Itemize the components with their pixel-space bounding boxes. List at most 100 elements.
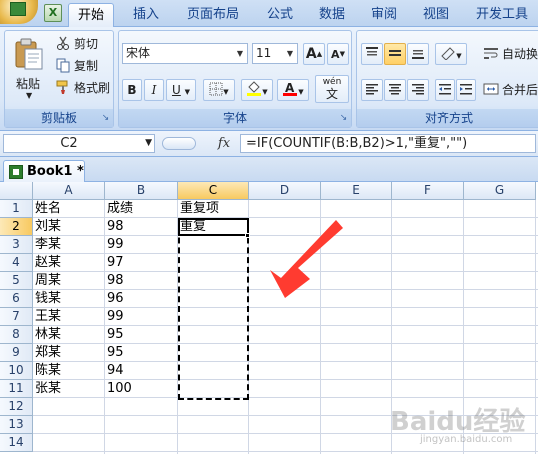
- row-header-5[interactable]: 5: [0, 272, 33, 290]
- row-header-6[interactable]: 6: [0, 290, 33, 308]
- cell-a10[interactable]: 陈某: [33, 362, 105, 380]
- cell-a2[interactable]: 刘某: [33, 218, 105, 236]
- orientation-button[interactable]: ▼: [435, 43, 467, 65]
- spreadsheet-grid[interactable]: ABCDEFG 1 2 3 4 5 6 7 8 9 10 11 12 13 14 姓名 成绩 重复项 刘某 98 重…: [0, 182, 538, 454]
- paste-button[interactable]: 粘贴 ▼: [9, 35, 49, 109]
- cell-b1[interactable]: 成绩: [105, 200, 178, 218]
- row-header-11[interactable]: 11: [0, 380, 33, 398]
- increase-indent-button[interactable]: [456, 79, 476, 101]
- tab-insert[interactable]: 插入: [124, 3, 168, 27]
- select-all-corner[interactable]: [0, 182, 33, 200]
- borders-button[interactable]: ▼: [203, 79, 235, 101]
- align-right-button[interactable]: [407, 79, 429, 101]
- cell-a9[interactable]: 郑某: [33, 344, 105, 362]
- excel-icon[interactable]: X: [44, 4, 62, 22]
- row-header-2[interactable]: 2: [0, 218, 33, 236]
- row-header-4[interactable]: 4: [0, 254, 33, 272]
- align-center-button[interactable]: [384, 79, 406, 101]
- row-header-14[interactable]: 14: [0, 434, 33, 452]
- row-header-13[interactable]: 13: [0, 416, 33, 434]
- cell-b8[interactable]: 95: [105, 326, 178, 344]
- cell-b4[interactable]: 97: [105, 254, 178, 272]
- tab-developer[interactable]: 开发工具: [468, 3, 536, 27]
- formula-input[interactable]: =IF(COUNTIF(B:B,B2)>1,"重复",""): [240, 134, 536, 153]
- underline-button[interactable]: U ▼: [166, 79, 196, 101]
- tab-data[interactable]: 数据: [310, 3, 354, 27]
- cell-a7[interactable]: 王某: [33, 308, 105, 326]
- font-size-select[interactable]: 11 ▼: [252, 43, 298, 64]
- fill-color-button[interactable]: ▼: [241, 79, 273, 101]
- cell-b5[interactable]: 98: [105, 272, 178, 290]
- tab-formulas[interactable]: 公式: [258, 3, 302, 27]
- cut-button[interactable]: 剪切: [55, 34, 98, 54]
- font-group-label: 字体: [119, 109, 351, 127]
- chevron-down-icon: ▼: [184, 88, 190, 96]
- cell-c1[interactable]: 重复项: [178, 200, 249, 218]
- cell-b3[interactable]: 99: [105, 236, 178, 254]
- cell-a3[interactable]: 李某: [33, 236, 105, 254]
- cell-a6[interactable]: 钱某: [33, 290, 105, 308]
- tab-home[interactable]: 开始: [68, 3, 114, 27]
- ribbon-tab-bar: X 开始 插入 页面布局 公式 数据 审阅 视图 开发工具: [0, 0, 538, 27]
- cell-a11[interactable]: 张某: [33, 380, 105, 398]
- row-header-7[interactable]: 7: [0, 308, 33, 326]
- row-header-3[interactable]: 3: [0, 236, 33, 254]
- chevron-down-icon: ▼: [223, 88, 229, 96]
- phonetic-button[interactable]: wén 文: [315, 75, 349, 103]
- format-painter-button[interactable]: 格式刷: [55, 78, 110, 98]
- column-header-e[interactable]: E: [321, 182, 392, 200]
- insert-function-button[interactable]: fx: [213, 134, 235, 153]
- fill-handle[interactable]: [245, 233, 250, 238]
- cell-a4[interactable]: 赵某: [33, 254, 105, 272]
- text-orientation-icon: [441, 47, 456, 61]
- column-header-b[interactable]: B: [105, 182, 178, 200]
- cell-b7[interactable]: 99: [105, 308, 178, 326]
- font-name-select[interactable]: 宋体 ▼: [122, 43, 248, 64]
- cell-a5[interactable]: 周某: [33, 272, 105, 290]
- row-header-8[interactable]: 8: [0, 326, 33, 344]
- copy-button[interactable]: 复制: [55, 56, 98, 76]
- cell-b6[interactable]: 96: [105, 290, 178, 308]
- column-header-g[interactable]: G: [464, 182, 536, 200]
- name-box[interactable]: C2 ▼: [3, 134, 155, 153]
- triangle-up-icon: ▲: [316, 50, 323, 58]
- cell-b10[interactable]: 94: [105, 362, 178, 380]
- bold-button[interactable]: B: [122, 79, 142, 101]
- dialog-launcher-icon[interactable]: ↘: [100, 113, 111, 124]
- workbook-tab[interactable]: Book1 *: [3, 160, 85, 182]
- decrease-indent-button[interactable]: [435, 79, 455, 101]
- cell-a1[interactable]: 姓名: [33, 200, 105, 218]
- cell-b2[interactable]: 98: [105, 218, 178, 236]
- row-header-12[interactable]: 12: [0, 398, 33, 416]
- cell-b9[interactable]: 95: [105, 344, 178, 362]
- column-header-d[interactable]: D: [249, 182, 321, 200]
- font-color-button[interactable]: A ▼: [277, 79, 309, 101]
- column-header-a[interactable]: A: [33, 182, 105, 200]
- row-header-10[interactable]: 10: [0, 362, 33, 380]
- align-middle-button[interactable]: [384, 43, 406, 65]
- italic-button[interactable]: I: [144, 79, 164, 101]
- row-header-1[interactable]: 1: [0, 200, 33, 218]
- column-header-f[interactable]: F: [392, 182, 464, 200]
- align-bottom-button[interactable]: [407, 43, 429, 65]
- alignment-group: ▼ 自动换 合并后 对齐方式: [356, 30, 538, 128]
- shrink-font-button[interactable]: A▼: [327, 43, 349, 65]
- grow-font-button[interactable]: A▲: [303, 43, 325, 65]
- cell-a8[interactable]: 林某: [33, 326, 105, 344]
- wrap-text-button[interactable]: 自动换: [483, 44, 538, 64]
- office-button[interactable]: [0, 0, 38, 24]
- office-logo-icon: [10, 2, 26, 16]
- row-header-9[interactable]: 9: [0, 344, 33, 362]
- column-header-c[interactable]: C: [178, 182, 249, 200]
- cell-b11[interactable]: 100: [105, 380, 178, 398]
- formula-bar-resize-handle[interactable]: [162, 137, 196, 150]
- tab-review[interactable]: 审阅: [362, 3, 406, 27]
- tab-page-layout[interactable]: 页面布局: [178, 3, 248, 27]
- formula-bar: C2 ▼ fx =IF(COUNTIF(B:B,B2)>1,"重复",""): [0, 131, 538, 157]
- wrap-text-icon: [484, 48, 498, 59]
- merge-center-button[interactable]: 合并后: [483, 80, 538, 100]
- dialog-launcher-icon[interactable]: ↘: [338, 113, 349, 124]
- tab-view[interactable]: 视图: [414, 3, 458, 27]
- align-left-button[interactable]: [361, 79, 383, 101]
- align-top-button[interactable]: [361, 43, 383, 65]
